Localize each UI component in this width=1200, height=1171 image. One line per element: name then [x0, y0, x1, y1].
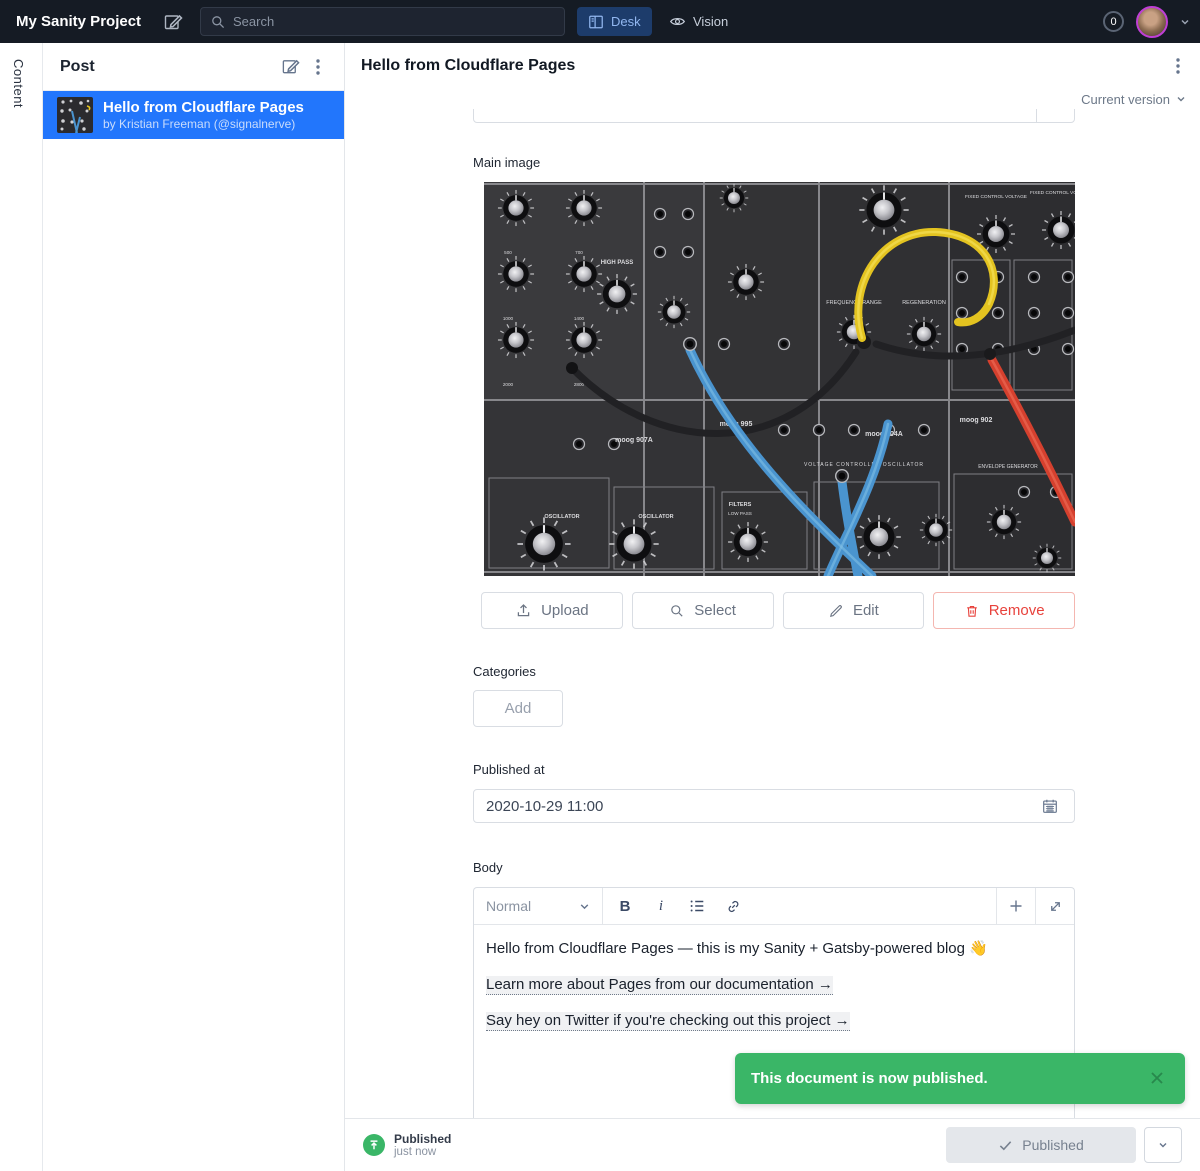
- post-list-header: Post: [43, 43, 344, 91]
- project-title: My Sanity Project: [16, 13, 141, 30]
- photo-label: FILTERS: [729, 502, 752, 508]
- bold-button[interactable]: B: [611, 892, 639, 920]
- link-button[interactable]: [719, 892, 747, 920]
- svg-text:1400: 1400: [574, 316, 585, 321]
- published-at-label: Published at: [473, 762, 545, 777]
- top-navbar: My Sanity Project Desk Vision 0: [0, 0, 1200, 43]
- content-rail-label: Content: [11, 59, 26, 108]
- fullscreen-button[interactable]: [1035, 888, 1074, 924]
- chevron-down-icon: [579, 901, 590, 912]
- body-link-documentation[interactable]: Learn more about Pages from our document…: [486, 976, 833, 995]
- presence-count-badge[interactable]: 0: [1103, 11, 1124, 32]
- pane-title: Post: [60, 58, 276, 76]
- document-menu-kebab-icon[interactable]: [1164, 52, 1192, 80]
- toast-message: This document is now published.: [751, 1070, 1147, 1087]
- content-rail[interactable]: Content: [0, 43, 43, 1171]
- chevron-down-icon[interactable]: [1180, 17, 1190, 27]
- desk-panes-icon: [588, 14, 604, 30]
- publish-menu-button[interactable]: [1144, 1127, 1182, 1163]
- search-icon: [210, 14, 226, 30]
- tab-vision[interactable]: Vision: [658, 7, 739, 36]
- trash-icon: [964, 603, 980, 619]
- svg-text:2000: 2000: [503, 382, 514, 387]
- body-label: Body: [473, 860, 503, 875]
- post-list-pane: Post Hello from Cloudflare Pages by Kris: [43, 43, 345, 1171]
- list-item-title: Hello from Cloudflare Pages: [103, 99, 304, 117]
- compose-icon[interactable]: [163, 12, 183, 32]
- insert-block-button[interactable]: [996, 888, 1035, 924]
- categories-label: Categories: [473, 664, 536, 679]
- search-input[interactable]: [233, 14, 533, 29]
- photo-label: REGENERATION: [902, 300, 946, 306]
- synthesizer-photo: HIGH PASS FREQUENCY RANGE REGENERATION F…: [484, 182, 1075, 576]
- photo-label: ENVELOPE GENERATOR: [978, 464, 1038, 470]
- pencil-icon: [828, 603, 844, 619]
- document-header: Hello from Cloudflare Pages: [345, 43, 1200, 89]
- close-icon[interactable]: [1147, 1068, 1169, 1090]
- main-image-label: Main image: [473, 155, 540, 170]
- published-at-field: [473, 789, 1075, 823]
- edit-button[interactable]: Edit: [783, 592, 925, 629]
- list-item-thumbnail: [57, 97, 93, 133]
- photo-label: FREQUENCY RANGE: [826, 300, 882, 306]
- eye-icon: [669, 13, 686, 30]
- image-actions: Upload Select Edit Remove: [481, 592, 1075, 629]
- document-pane: Hello from Cloudflare Pages Current vers…: [345, 43, 1200, 1171]
- document-form: Current version Main image: [345, 89, 1200, 1118]
- photo-label: moog 902: [960, 417, 993, 424]
- remove-button[interactable]: Remove: [933, 592, 1075, 629]
- photo-label: VOLTAGE CONTROLLED OSCILLATOR: [804, 462, 924, 468]
- svg-text:500: 500: [504, 250, 512, 255]
- publish-time: just now: [394, 1146, 946, 1159]
- list-menu-kebab-icon[interactable]: [304, 53, 332, 81]
- add-category-button[interactable]: Add: [473, 690, 563, 727]
- tab-desk[interactable]: Desk: [577, 7, 652, 36]
- publish-status-icon: [363, 1134, 385, 1156]
- publish-button[interactable]: Published: [946, 1127, 1136, 1163]
- photo-label: OSCILLATOR: [638, 514, 673, 520]
- publish-status-text: Published: [394, 1132, 946, 1146]
- new-document-icon[interactable]: [276, 53, 304, 81]
- upload-icon: [515, 602, 532, 619]
- chevron-down-icon: [1176, 94, 1186, 104]
- list-item[interactable]: Hello from Cloudflare Pages by Kristian …: [43, 91, 344, 139]
- bullet-list-button[interactable]: [683, 892, 711, 920]
- check-icon: [998, 1138, 1013, 1153]
- search-bar[interactable]: [200, 7, 565, 36]
- publish-toast: This document is now published.: [735, 1053, 1185, 1104]
- text-style-select[interactable]: Normal: [474, 888, 603, 924]
- tab-desk-label: Desk: [611, 14, 641, 29]
- body-link-twitter[interactable]: Say hey on Twitter if you're checking ou…: [486, 1012, 850, 1031]
- chevron-down-icon: [1157, 1139, 1169, 1151]
- upload-button[interactable]: Upload: [481, 592, 623, 629]
- select-button[interactable]: Select: [632, 592, 774, 629]
- main-image-photo[interactable]: HIGH PASS FREQUENCY RANGE REGENERATION F…: [484, 182, 1075, 576]
- document-title: Hello from Cloudflare Pages: [361, 57, 1164, 75]
- photo-label: OSCILLATOR: [544, 514, 579, 520]
- body-paragraph: Hello from Cloudflare Pages — this is my…: [486, 938, 1062, 959]
- version-selector[interactable]: Current version: [345, 89, 1200, 109]
- svg-text:700: 700: [575, 250, 583, 255]
- list-item-subtitle: by Kristian Freeman (@signalnerve): [103, 117, 304, 132]
- editor-toolbar: Normal B i: [474, 888, 1074, 925]
- svg-text:1000: 1000: [503, 316, 514, 321]
- body-editor-content[interactable]: Hello from Cloudflare Pages — this is my…: [474, 925, 1074, 1031]
- tab-vision-label: Vision: [693, 14, 728, 29]
- calendar-icon[interactable]: [1036, 792, 1064, 820]
- photo-label: HIGH PASS: [601, 260, 634, 266]
- version-label: Current version: [1081, 92, 1170, 107]
- photo-label: moog 907A: [615, 437, 653, 444]
- search-icon: [669, 603, 685, 619]
- published-at-input[interactable]: [486, 798, 1036, 815]
- photo-label: LOW PASS: [728, 511, 752, 516]
- italic-button[interactable]: i: [647, 892, 675, 920]
- avatar[interactable]: [1136, 6, 1168, 38]
- photo-label: FIXED CONTROL VOLTAGE: [965, 194, 1027, 200]
- photo-label: FIXED CONTROL VOLTAGE: [1030, 190, 1075, 196]
- document-footer: Published just now Published: [345, 1118, 1200, 1171]
